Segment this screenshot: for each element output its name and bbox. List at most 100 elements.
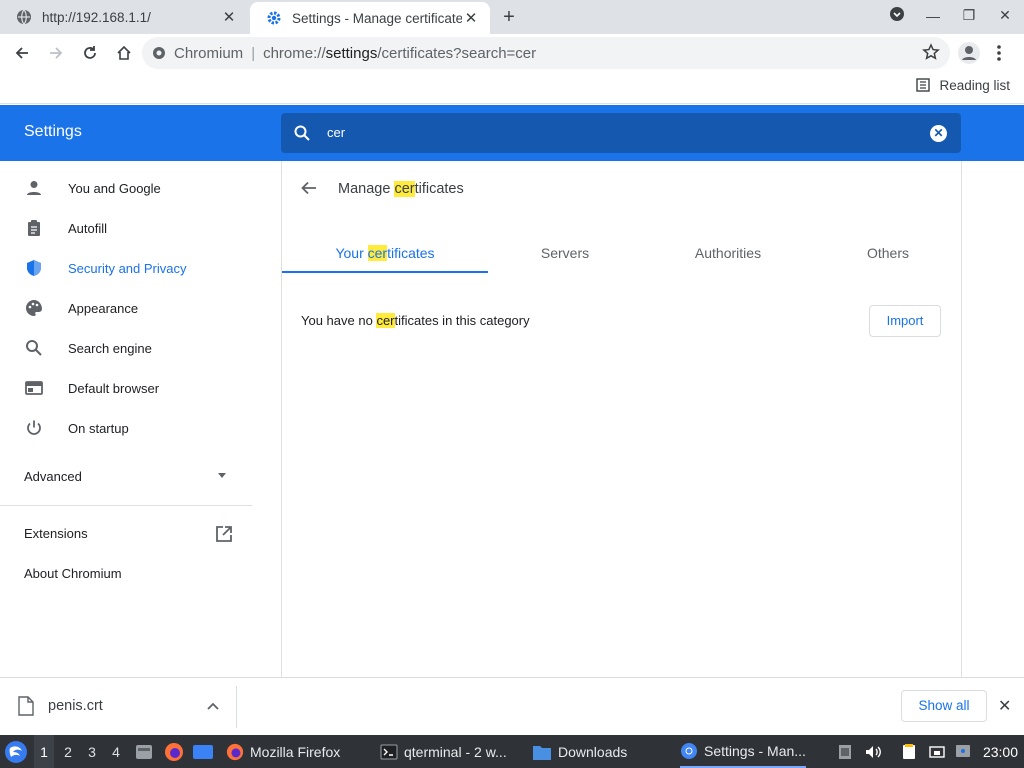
tray-clipboard-icon[interactable] — [836, 735, 854, 768]
sidebar-item-label: Appearance — [68, 300, 139, 316]
sidebar-item-label: Security and Privacy — [68, 260, 187, 276]
tab-strip: http://192.168.1.1/ ✕ Settings - Manage … — [0, 0, 1024, 34]
new-tab-plus-icon[interactable]: + — [498, 6, 520, 28]
caret-down-icon — [218, 473, 226, 478]
bookmark-star-icon[interactable] — [922, 43, 940, 61]
sidebar-item-appearance[interactable]: Appearance — [0, 288, 256, 328]
task-label: qterminal - 2 w... — [404, 743, 507, 760]
task-label: Downloads — [558, 743, 628, 760]
browser-tab-router[interactable]: http://192.168.1.1/ ✕ — [0, 0, 248, 34]
download-file-name: penis.crt — [48, 698, 103, 714]
reading-list-label: Reading list — [939, 77, 1010, 93]
sidebar-item-on-startup[interactable]: On startup — [0, 408, 256, 448]
sidebar-item-label: Advanced — [24, 468, 82, 484]
task-firefox[interactable]: Mozilla Firefox — [226, 735, 340, 768]
import-button[interactable]: Import — [869, 305, 941, 337]
person-icon — [24, 178, 44, 198]
workspace-3[interactable]: 3 — [82, 735, 102, 768]
search-value: cer — [327, 125, 346, 140]
workspace-2[interactable]: 2 — [58, 735, 78, 768]
restore-icon[interactable]: ❐ — [958, 7, 980, 24]
close-icon[interactable]: ✕ — [998, 696, 1011, 716]
close-icon[interactable]: ✕ — [220, 8, 238, 26]
tab-search-icon[interactable] — [886, 6, 908, 25]
desktop-launcher-icon[interactable] — [192, 735, 214, 768]
tab-title: Settings - Manage certificates — [292, 10, 462, 26]
taskbar: 1 2 3 4 Mozilla Firefox qterminal - 2 w.… — [0, 735, 1024, 768]
reading-list-button[interactable]: Reading list — [915, 77, 1010, 93]
omnibox-brand: Chromium — [174, 44, 244, 62]
window-controls: — ❐ ✕ — [886, 6, 1016, 25]
search-icon — [24, 338, 44, 358]
certificate-tabs: Your certificates Servers Authorities Ot… — [282, 237, 963, 273]
settings-header: Settings cer ✕ — [0, 105, 1024, 161]
chromium-icon — [681, 742, 697, 759]
omnibox-separator: | — [251, 44, 256, 62]
sidebar-item-search-engine[interactable]: Search engine — [0, 328, 256, 368]
task-label: Mozilla Firefox — [250, 743, 341, 760]
tab-title: http://192.168.1.1/ — [42, 9, 151, 25]
reload-icon[interactable] — [74, 37, 106, 69]
sidebar-item-you-and-google[interactable]: You and Google — [0, 168, 256, 208]
sidebar-item-default-browser[interactable]: Default browser — [0, 368, 256, 408]
settings-search-input[interactable]: cer ✕ — [281, 113, 961, 153]
shield-icon — [24, 258, 44, 278]
network-icon[interactable] — [928, 735, 946, 768]
sidebar-item-label: Autofill — [68, 220, 108, 236]
close-icon[interactable]: ✕ — [462, 9, 480, 27]
browser-toolbar: Chromium | chrome://settings/certificate… — [0, 34, 1024, 72]
folder-icon — [533, 745, 551, 760]
profile-avatar-icon[interactable] — [958, 42, 980, 64]
start-menu-icon[interactable] — [4, 735, 28, 768]
power-icon — [24, 418, 44, 438]
tab-servers[interactable]: Servers — [480, 245, 650, 261]
gear-icon — [267, 11, 281, 25]
sidebar-item-security-and-privacy[interactable]: Security and Privacy — [0, 248, 256, 288]
page-title: Manage certificates — [338, 181, 464, 197]
show-all-button[interactable]: Show all — [901, 690, 987, 722]
tab-authorities[interactable]: Authorities — [643, 245, 813, 261]
globe-icon — [17, 9, 31, 25]
file-manager-launcher-icon[interactable] — [134, 735, 154, 768]
tab-your-certificates[interactable]: Your certificates — [300, 245, 470, 261]
sidebar-item-about[interactable]: About Chromium — [0, 553, 256, 593]
clear-search-icon[interactable]: ✕ — [930, 125, 947, 142]
workspace-4[interactable]: 4 — [106, 735, 126, 768]
menu-kebab-icon[interactable] — [996, 44, 1002, 65]
volume-icon[interactable] — [864, 735, 882, 768]
firefox-launcher-icon[interactable] — [164, 735, 184, 768]
back-icon[interactable] — [6, 37, 38, 69]
empty-state-message: You have no certificates in this categor… — [301, 313, 530, 328]
back-arrow-icon[interactable] — [300, 179, 318, 197]
sidebar-item-label: Default browser — [68, 380, 160, 396]
download-item[interactable]: penis.crt — [18, 696, 103, 716]
task-qterminal[interactable]: qterminal - 2 w... — [380, 735, 507, 768]
task-label: Settings - Man... — [704, 742, 806, 759]
browser-tab-settings[interactable]: Settings - Manage certificates ✕ — [250, 2, 490, 34]
chevron-up-icon[interactable] — [206, 700, 220, 714]
reading-list-icon — [916, 78, 931, 92]
notes-icon[interactable] — [900, 735, 918, 768]
workspace-1[interactable]: 1 — [34, 735, 54, 768]
external-link-icon[interactable] — [215, 525, 233, 543]
clipboard-icon — [24, 218, 44, 238]
task-chromium-settings[interactable]: Settings - Man... — [680, 735, 806, 768]
settings-sidebar: You and Google Autofill Security and Pri… — [0, 161, 280, 677]
site-info-icon[interactable] — [152, 46, 166, 60]
terminal-icon — [380, 744, 398, 759]
forward-icon[interactable] — [40, 37, 72, 69]
address-bar[interactable]: Chromium | chrome://settings/certificate… — [142, 37, 950, 69]
home-icon[interactable] — [108, 37, 140, 69]
notification-icon[interactable] — [954, 735, 972, 768]
sidebar-item-label: You and Google — [68, 180, 161, 196]
sidebar-item-autofill[interactable]: Autofill — [0, 208, 256, 248]
minimize-icon[interactable]: — — [922, 8, 944, 24]
search-icon — [294, 125, 310, 141]
sidebar-item-label: Extensions — [24, 525, 88, 541]
clock: 23:00 — [982, 743, 1018, 760]
task-downloads[interactable]: Downloads — [532, 735, 627, 768]
window-close-icon[interactable]: ✕ — [994, 7, 1016, 24]
tab-others[interactable]: Others — [803, 245, 973, 261]
sidebar-item-label: About Chromium — [24, 565, 122, 581]
download-divider — [236, 686, 237, 728]
